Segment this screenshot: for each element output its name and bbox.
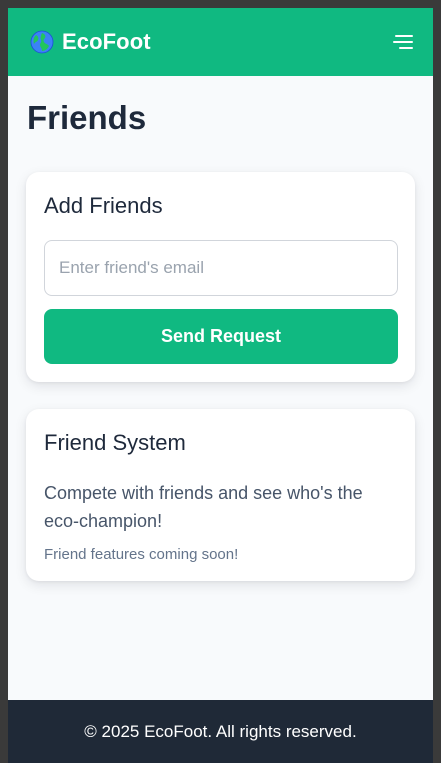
send-request-button[interactable]: Send Request [44,309,398,364]
brand-link[interactable]: EcoFoot [30,29,151,55]
coming-soon-note: Friend features coming soon! [44,546,239,563]
main-content: Friends Add Friends Send Request Friend … [8,76,433,581]
hamburger-menu-icon[interactable] [391,32,413,52]
top-nav: EcoFoot [8,8,433,76]
footer: © 2025 EcoFoot. All rights reserved. [8,700,433,763]
copyright-text: © 2025 EcoFoot. All rights reserved. [84,721,357,741]
globe-icon [30,30,54,54]
page-title: Friends [27,99,147,136]
add-friends-card: Add Friends Send Request [26,172,415,382]
add-friends-title: Add Friends [44,193,163,218]
app-frame: EcoFoot Friends Add Friends Send Request… [8,8,433,763]
brand-name: EcoFoot [62,29,151,54]
friend-system-description: Compete with friends and see who's the e… [44,483,363,531]
friend-system-title: Friend System [44,430,186,455]
friend-system-card: Friend System Compete with friends and s… [26,409,415,581]
friend-email-input[interactable] [44,240,398,296]
